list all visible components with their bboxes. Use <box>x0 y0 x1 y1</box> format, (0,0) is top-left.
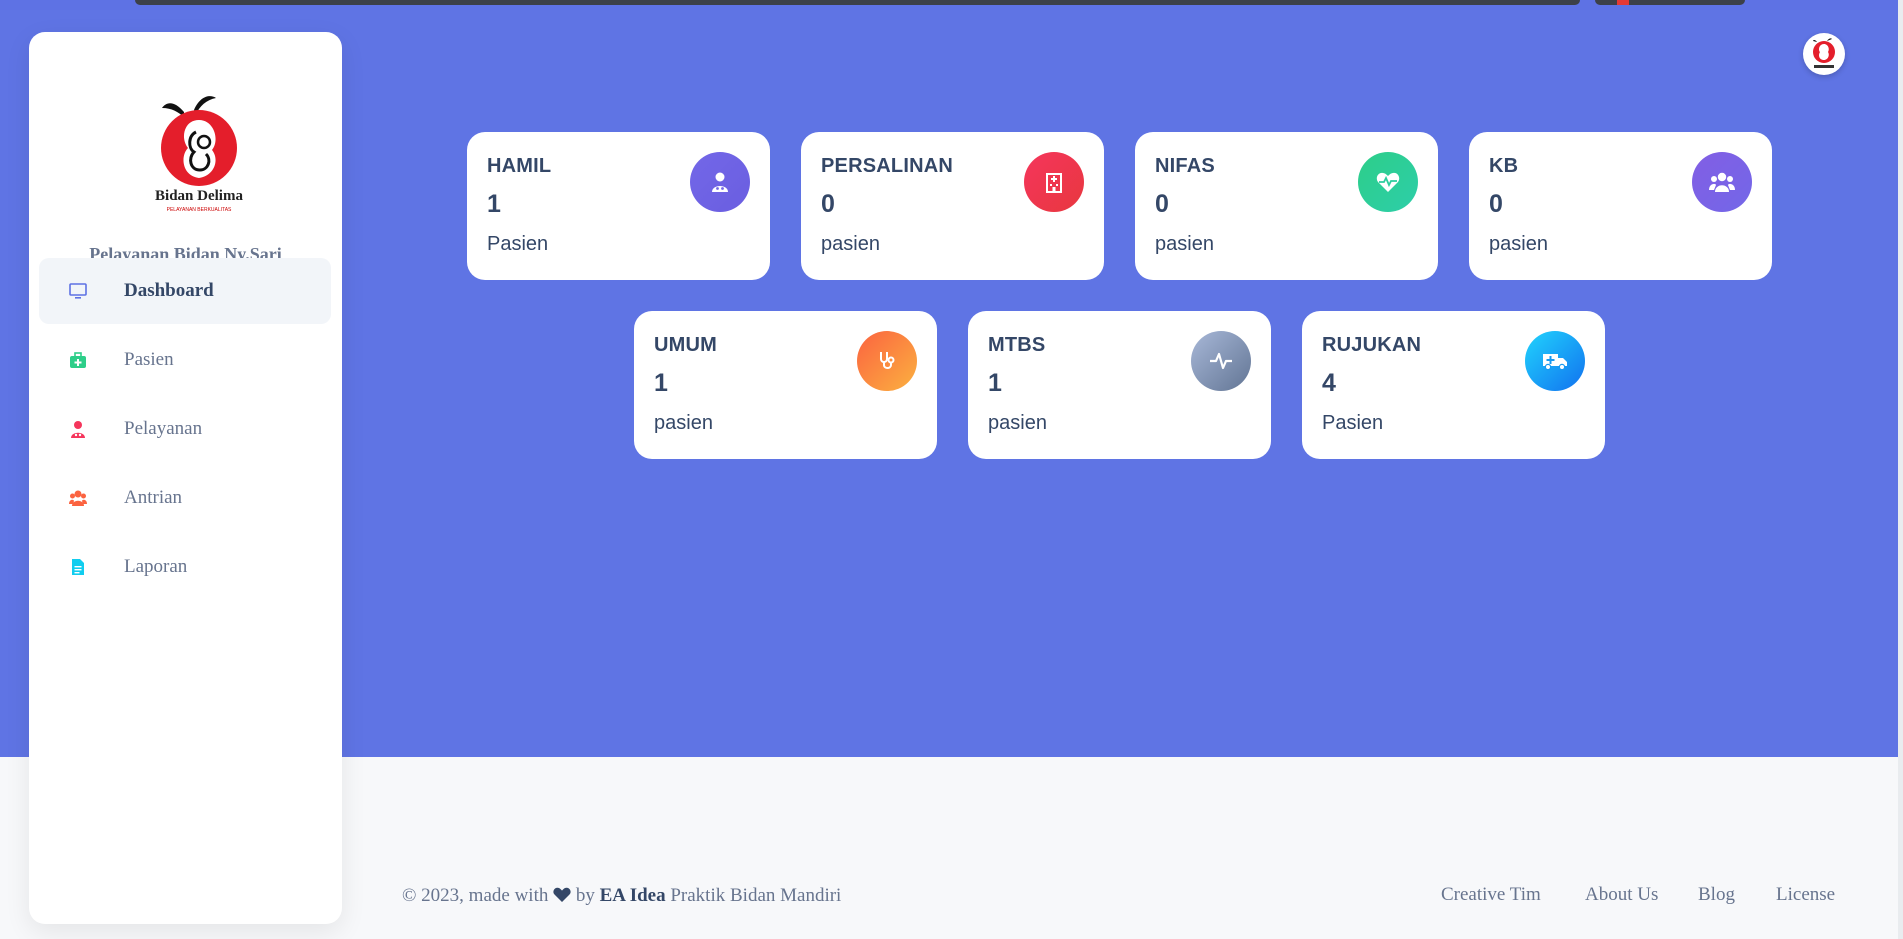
card-rujukan[interactable]: RUJUKAN 4 Pasien <box>1302 311 1605 459</box>
card-title: PERSALINAN <box>821 155 954 177</box>
logo-subtext: PELAYANAN BERKUALITAS <box>167 207 232 213</box>
wave-pulse-icon <box>1191 331 1251 391</box>
author-link[interactable]: EA Idea <box>600 885 666 906</box>
sidebar-item-label: Laporan <box>124 556 188 577</box>
heart-pulse-icon <box>1358 152 1418 212</box>
card-hamil[interactable]: HAMIL 1 Pasien <box>467 132 770 280</box>
card-title: NIFAS <box>1155 155 1215 177</box>
card-unit: Pasien <box>487 233 549 255</box>
footer-link-license[interactable]: License <box>1776 884 1835 906</box>
heart-icon <box>553 887 571 909</box>
card-value: 1 <box>654 369 668 397</box>
sidebar-item-antrian[interactable]: Antrian <box>39 465 331 531</box>
card-value: 0 <box>1155 190 1169 218</box>
hospital-icon <box>1024 152 1084 212</box>
card-nifas[interactable]: NIFAS 0 pasien <box>1135 132 1438 280</box>
card-unit: pasien <box>1489 233 1548 255</box>
sidebar-item-pasien[interactable]: Pasien <box>39 327 331 393</box>
card-unit: pasien <box>821 233 880 255</box>
users-icon <box>1692 152 1752 212</box>
card-title: KB <box>1489 155 1519 177</box>
card-title: UMUM <box>654 334 718 356</box>
footer-suffix: Praktik Bidan Mandiri <box>670 885 842 906</box>
scrollbar[interactable] <box>1898 0 1903 939</box>
card-value: 1 <box>487 190 501 218</box>
card-value: 0 <box>821 190 835 218</box>
footer-link-blog[interactable]: Blog <box>1698 884 1735 906</box>
copyright-text: © 2023, made with <box>402 885 549 906</box>
document-icon <box>69 558 87 576</box>
bidan-delima-logo[interactable]: Bidan Delima PELAYANAN BERKUALITAS <box>144 90 254 225</box>
card-unit: pasien <box>1155 233 1214 255</box>
sidebar-item-pelayanan[interactable]: Pelayanan <box>39 396 331 462</box>
sidebar: Bidan Delima PELAYANAN BERKUALITAS Pelay… <box>29 32 342 924</box>
card-kb[interactable]: KB 0 pasien <box>1469 132 1772 280</box>
card-unit: pasien <box>654 412 713 434</box>
by-text: by <box>575 885 595 906</box>
sidebar-item-label: Antrian <box>124 487 183 508</box>
card-umum[interactable]: UMUM 1 pasien <box>634 311 937 459</box>
card-unit: pasien <box>988 412 1047 434</box>
sidebar-item-dashboard[interactable]: Dashboard <box>39 258 331 324</box>
footer-link-about-us[interactable]: About Us <box>1585 884 1658 906</box>
card-title: RUJUKAN <box>1322 334 1422 356</box>
card-unit: Pasien <box>1322 412 1384 434</box>
medkit-icon <box>69 351 87 369</box>
card-persalinan[interactable]: PERSALINAN 0 pasien <box>801 132 1104 280</box>
card-value: 4 <box>1322 369 1336 397</box>
users-icon <box>69 489 87 507</box>
browser-top-strip <box>0 0 1903 10</box>
card-title: HAMIL <box>487 155 552 177</box>
user-doctor-icon <box>690 152 750 212</box>
card-value: 0 <box>1489 190 1503 218</box>
ambulance-icon <box>1525 331 1585 391</box>
card-value: 1 <box>988 369 1002 397</box>
card-title: MTBS <box>988 334 1046 356</box>
avatar[interactable] <box>1803 33 1845 75</box>
doctor-icon <box>69 420 87 438</box>
card-mtbs[interactable]: MTBS 1 pasien <box>968 311 1271 459</box>
monitor-icon <box>69 282 87 300</box>
sidebar-item-laporan[interactable]: Laporan <box>39 534 331 600</box>
logo-text: Bidan Delima <box>155 188 243 204</box>
sidebar-item-label: Dashboard <box>124 280 214 301</box>
sidebar-item-label: Pasien <box>124 349 174 370</box>
stethoscope-icon <box>857 331 917 391</box>
sidebar-item-label: Pelayanan <box>124 418 203 439</box>
footer-copyright: © 2023, made with by EA Idea Praktik Bid… <box>402 885 841 909</box>
footer-link-creative-tim[interactable]: Creative Tim <box>1441 884 1541 906</box>
